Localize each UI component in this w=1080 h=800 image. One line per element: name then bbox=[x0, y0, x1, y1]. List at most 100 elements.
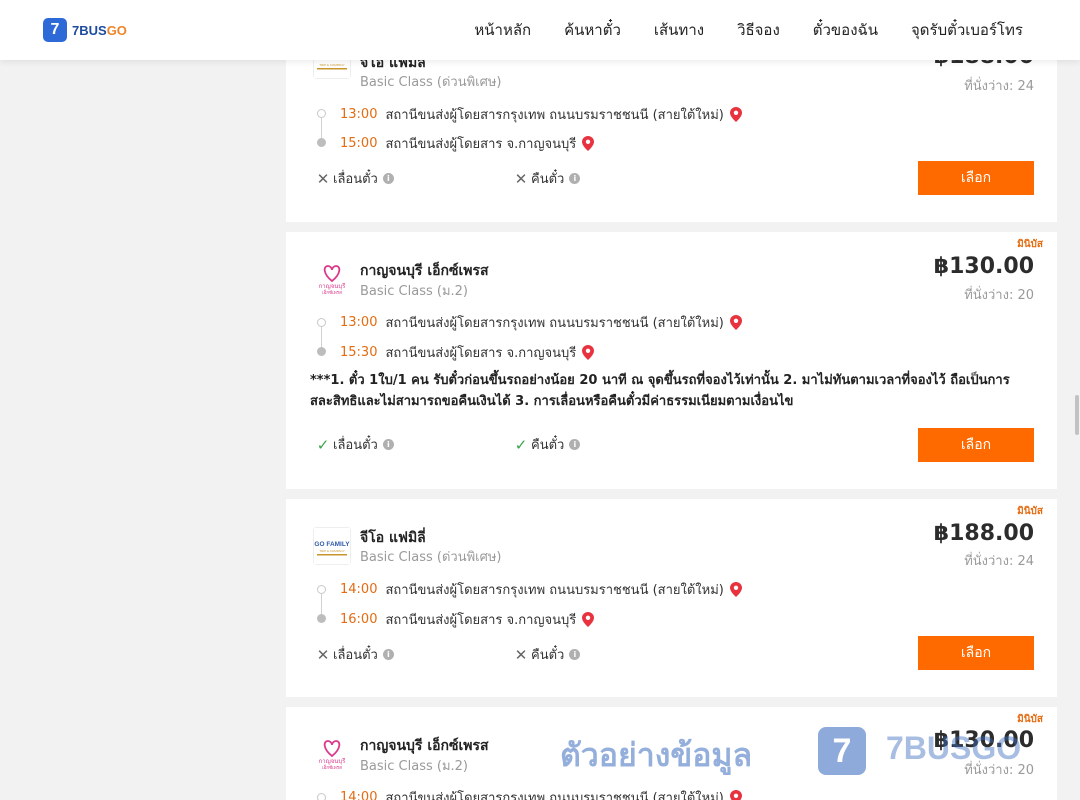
operator-logo-kanchanaburi: กาญจนบุรี เอ็กซ์เพรส bbox=[313, 259, 351, 297]
allowed-check-icon: ✓ bbox=[514, 435, 528, 454]
brand-name: 7BUSGO bbox=[72, 22, 127, 38]
refund-policy: ✕ คืนตั๋ว i bbox=[514, 644, 581, 665]
timeline-end-dot bbox=[317, 614, 326, 623]
select-trip-button[interactable]: เลือก bbox=[918, 161, 1034, 195]
trip-card: มินิบัส กาญจนบุรี เอ็กซ์เพรส กาญจนบุรี เ… bbox=[286, 232, 1057, 489]
departure-stop: 13:00 สถานีขนส่งผู้โดยสารกรุงเทพ ถนนบรมร… bbox=[340, 312, 742, 333]
departure-place: สถานีขนส่งผู้โดยสารกรุงเทพ ถนนบรมราชชนนี… bbox=[385, 791, 724, 800]
departure-place: สถานีขนส่งผู้โดยสารกรุงเทพ ถนนบรมราชชนนี… bbox=[385, 583, 724, 598]
gofamily-logo-icon: GO FAMILY TRIP & COMPANY bbox=[313, 527, 351, 565]
watermark-brand: 7BUSGO bbox=[886, 730, 1022, 766]
info-icon[interactable]: i bbox=[569, 439, 581, 450]
arrival-time: 15:30 bbox=[340, 345, 378, 360]
brand-logo[interactable]: 7 7BUSGO bbox=[43, 18, 127, 42]
nav-search-ticket[interactable]: ค้นหาตั๋ว bbox=[564, 18, 621, 42]
arrival-time: 15:00 bbox=[340, 136, 378, 151]
timeline-start-dot bbox=[317, 585, 326, 594]
timeline-end-dot bbox=[317, 138, 326, 147]
bus-class: Basic Class (ด่วนพิเศษ) bbox=[360, 75, 502, 90]
arrival-place: สถานีขนส่งผู้โดยสาร จ.กาญจนบุรี bbox=[385, 346, 577, 361]
kanchanaburi-logo-icon: กาญจนบุรี เอ็กซ์เพรส bbox=[313, 259, 351, 297]
refund-label: คืนตั๋ว bbox=[531, 172, 565, 187]
info-icon[interactable]: i bbox=[569, 173, 581, 184]
not-allowed-icon: ✕ bbox=[514, 645, 528, 664]
map-pin-icon[interactable] bbox=[729, 107, 742, 122]
svg-text:GO FAMILY: GO FAMILY bbox=[314, 541, 350, 548]
allowed-check-icon: ✓ bbox=[316, 435, 330, 454]
departure-time: 13:00 bbox=[340, 315, 378, 330]
refund-policy: ✓ คืนตั๋ว i bbox=[514, 434, 581, 455]
scrollbar-thumb[interactable] bbox=[1075, 395, 1079, 435]
trip-card: มินิบัส GO FAMILY TRIP & COMPANY จีโอ แฟ… bbox=[286, 499, 1057, 697]
map-pin-icon[interactable] bbox=[729, 315, 742, 330]
arrival-stop: 15:00 สถานีขนส่งผู้โดยสาร จ.กาญจนบุรี bbox=[340, 133, 595, 154]
ticket-price: ฿188.00 bbox=[933, 521, 1034, 546]
nav-ticket-pickup[interactable]: จุดรับตั๋วเบอร์โทร bbox=[911, 18, 1023, 42]
bus-type-badge: มินิบัส bbox=[1017, 714, 1043, 725]
refund-label: คืนตั๋ว bbox=[531, 438, 565, 453]
top-header: 7 7BUSGO หน้าหลัก ค้นหาตั๋ว เส้นทาง วิธี… bbox=[0, 0, 1080, 60]
select-trip-button[interactable]: เลือก bbox=[918, 636, 1034, 670]
brand-logo-icon: 7 bbox=[43, 18, 67, 42]
departure-time: 14:00 bbox=[340, 790, 378, 800]
nav-home[interactable]: หน้าหลัก bbox=[474, 18, 531, 42]
departure-stop: 14:00 สถานีขนส่งผู้โดยสารกรุงเทพ ถนนบรมร… bbox=[340, 787, 742, 800]
departure-stop: 14:00 สถานีขนส่งผู้โดยสารกรุงเทพ ถนนบรมร… bbox=[340, 579, 742, 600]
change-label: เลื่อนตั๋ว bbox=[333, 172, 378, 187]
watermark-sample-text: ตัวอย่างข้อมูล bbox=[560, 736, 753, 774]
timeline-start-dot bbox=[317, 109, 326, 118]
timeline-start-dot bbox=[317, 318, 326, 327]
info-icon[interactable]: i bbox=[382, 649, 394, 660]
map-pin-icon[interactable] bbox=[729, 790, 742, 800]
departure-time: 13:00 bbox=[340, 107, 378, 122]
ticket-price: ฿130.00 bbox=[933, 254, 1034, 279]
map-pin-icon[interactable] bbox=[729, 582, 742, 597]
arrival-place: สถานีขนส่งผู้โดยสาร จ.กาญจนบุรี bbox=[385, 613, 577, 628]
arrival-stop: 15:30 สถานีขนส่งผู้โดยสาร จ.กาญจนบุรี bbox=[340, 342, 595, 363]
map-pin-icon[interactable] bbox=[582, 612, 595, 627]
map-pin-icon[interactable] bbox=[582, 136, 595, 151]
info-icon[interactable]: i bbox=[382, 439, 394, 450]
svg-text:TRIP & COMPANY: TRIP & COMPANY bbox=[319, 63, 344, 67]
not-allowed-icon: ✕ bbox=[316, 169, 330, 188]
nav-my-tickets[interactable]: ตั๋วของฉัน bbox=[813, 18, 878, 42]
arrival-stop: 16:00 สถานีขนส่งผู้โดยสาร จ.กาญจนบุรี bbox=[340, 609, 595, 630]
timeline-end-dot bbox=[317, 347, 326, 356]
departure-stop: 13:00 สถานีขนส่งผู้โดยสารกรุงเทพ ถนนบรมร… bbox=[340, 104, 742, 125]
change-policy: ✕ เลื่อนตั๋ว i bbox=[316, 168, 394, 189]
departure-place: สถานีขนส่งผู้โดยสารกรุงเทพ ถนนบรมราชชนนี… bbox=[385, 316, 724, 331]
nav-how-to-book[interactable]: วิธีจอง bbox=[737, 18, 780, 42]
arrival-place: สถานีขนส่งผู้โดยสาร จ.กาญจนบุรี bbox=[385, 137, 577, 152]
not-allowed-icon: ✕ bbox=[514, 169, 528, 188]
operator-name: กาญจนบุรี เอ็กซ์เพรส bbox=[360, 263, 489, 279]
bus-class: Basic Class (ม.2) bbox=[360, 759, 468, 774]
refund-policy: ✕ คืนตั๋ว i bbox=[514, 168, 581, 189]
operator-logo-gofamily: GO FAMILY TRIP & COMPANY bbox=[313, 527, 351, 565]
seats-available: ที่นั่งว่าง: 24 bbox=[964, 79, 1034, 94]
info-icon[interactable]: i bbox=[569, 649, 581, 660]
info-icon[interactable]: i bbox=[382, 173, 394, 184]
nav-routes[interactable]: เส้นทาง bbox=[654, 18, 704, 42]
select-trip-button[interactable]: เลือก bbox=[918, 428, 1034, 462]
bus-type-badge: มินิบัส bbox=[1017, 506, 1043, 517]
seats-available: ที่นั่งว่าง: 24 bbox=[964, 554, 1034, 569]
main-nav: หน้าหลัก ค้นหาตั๋ว เส้นทาง วิธีจอง ตั๋วข… bbox=[441, 0, 1023, 60]
svg-text:กาญจนบุรี: กาญจนบุรี bbox=[319, 757, 347, 765]
operator-logo-kanchanaburi: กาญจนบุรี เอ็กซ์เพรส bbox=[313, 734, 351, 772]
timeline-line bbox=[321, 594, 322, 615]
map-pin-icon[interactable] bbox=[582, 345, 595, 360]
change-policy: ✓ เลื่อนตั๋ว i bbox=[316, 434, 394, 455]
operator-name: กาญจนบุรี เอ็กซ์เพรส bbox=[360, 738, 489, 754]
trip-conditions-note: ***1. ตั๋ว 1ใบ/1 คน รับตั๋วก่อนขึ้นรถอย่… bbox=[310, 373, 1010, 409]
svg-text:กาญจนบุรี: กาญจนบุรี bbox=[319, 282, 347, 290]
bus-class: Basic Class (ด่วนพิเศษ) bbox=[360, 550, 502, 565]
arrival-time: 16:00 bbox=[340, 612, 378, 627]
change-label: เลื่อนตั๋ว bbox=[333, 648, 378, 663]
page-scrollbar[interactable] bbox=[1074, 60, 1080, 800]
seats-available: ที่นั่งว่าง: 20 bbox=[964, 288, 1034, 303]
timeline-start-dot bbox=[317, 793, 326, 800]
timeline-line bbox=[321, 327, 322, 348]
departure-time: 14:00 bbox=[340, 582, 378, 597]
change-label: เลื่อนตั๋ว bbox=[333, 438, 378, 453]
kanchanaburi-logo-icon: กาญจนบุรี เอ็กซ์เพรส bbox=[313, 734, 351, 772]
